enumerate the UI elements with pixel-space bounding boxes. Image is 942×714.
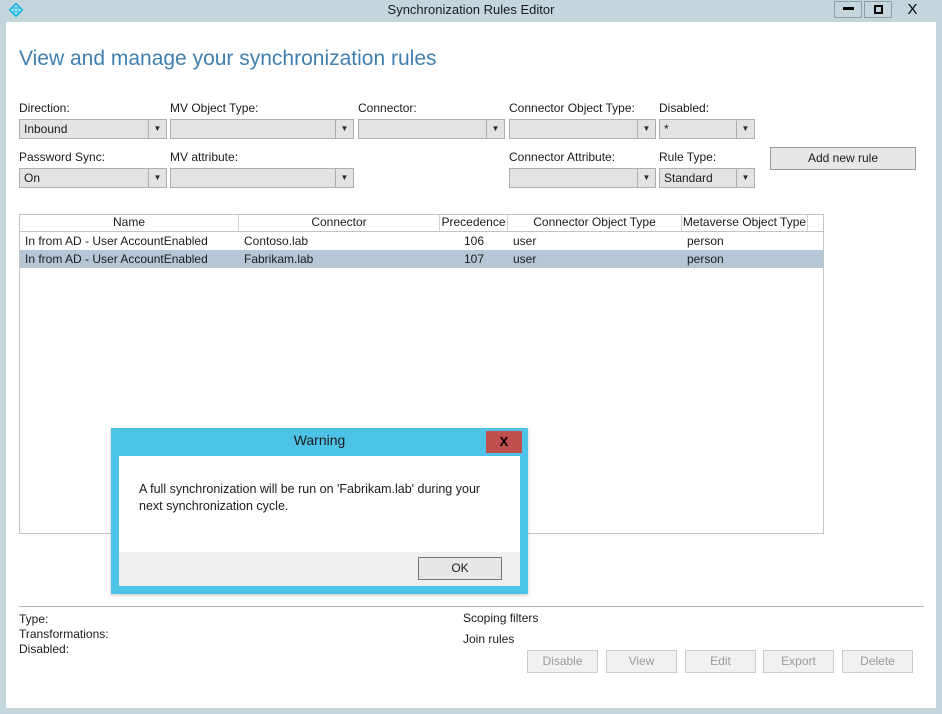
ok-button[interactable]: OK (418, 557, 502, 580)
column-header-metaverse-object-type[interactable]: Metaverse Object Type (682, 215, 808, 231)
connector-label: Connector: (358, 101, 417, 115)
cell-metaverse-object-type: person (687, 234, 724, 248)
rules-table-header: Name Connector Precedence Connector Obje… (20, 215, 823, 232)
detail-type-label: Type: (19, 612, 49, 626)
cell-name: In from AD - User AccountEnabled (25, 234, 208, 248)
warning-dialog-body: A full synchronization will be run on 'F… (119, 456, 520, 552)
connector-combobox[interactable]: ▼ (358, 119, 505, 139)
mv-attribute-label: MV attribute: (170, 150, 239, 164)
window-title: Synchronization Rules Editor (387, 2, 555, 17)
chevron-down-icon[interactable]: ▼ (736, 169, 754, 187)
chevron-down-icon[interactable]: ▼ (148, 169, 166, 187)
edit-button[interactable]: Edit (685, 650, 756, 673)
password-sync-value: On (24, 171, 41, 185)
cell-connector: Fabrikam.lab (244, 252, 314, 266)
minimize-button[interactable] (834, 1, 862, 18)
column-header-connector[interactable]: Connector (239, 215, 440, 231)
rule-type-value: Standard (664, 171, 713, 185)
join-rules-link[interactable]: Join rules (463, 632, 514, 646)
connector-object-type-combobox[interactable]: ▼ (509, 119, 656, 139)
detail-transformations-label: Transformations: (19, 627, 109, 641)
column-header-name[interactable]: Name (20, 215, 239, 231)
minimize-icon (842, 7, 854, 10)
cell-connector: Contoso.lab (244, 234, 309, 248)
password-sync-combobox[interactable]: On ▼ (19, 168, 167, 188)
maximize-icon (873, 5, 883, 14)
disabled-filter-combobox[interactable]: * ▼ (659, 119, 755, 139)
direction-label: Direction: (19, 101, 70, 115)
page-title: View and manage your synchronization rul… (19, 47, 437, 70)
disabled-filter-label: Disabled: (659, 101, 710, 115)
chevron-down-icon[interactable]: ▼ (486, 120, 504, 138)
detail-disabled-label: Disabled: (19, 642, 70, 656)
export-button[interactable]: Export (763, 650, 834, 673)
cell-precedence: 106 (463, 234, 485, 248)
column-header-connector-object-type[interactable]: Connector Object Type (508, 215, 682, 231)
cell-metaverse-object-type: person (687, 252, 724, 266)
direction-combobox[interactable]: Inbound ▼ (19, 119, 167, 139)
direction-value: Inbound (24, 122, 68, 136)
chevron-down-icon[interactable]: ▼ (335, 169, 353, 187)
view-button[interactable]: View (606, 650, 677, 673)
connector-attribute-combobox[interactable]: ▼ (509, 168, 656, 188)
window-titlebar: Synchronization Rules Editor X (0, 0, 942, 20)
connector-object-type-label: Connector Object Type: (509, 101, 635, 115)
detail-separator (19, 606, 924, 607)
close-button[interactable]: X (895, 1, 930, 18)
scoping-filters-link[interactable]: Scoping filters (463, 611, 538, 625)
chevron-down-icon[interactable]: ▼ (148, 120, 166, 138)
password-sync-label: Password Sync: (19, 150, 106, 164)
window-client-area: View and manage your synchronization rul… (6, 22, 936, 708)
synchronization-rules-editor-window: Synchronization Rules Editor X View and … (0, 0, 942, 714)
warning-dialog-message: A full synchronization will be run on 'F… (139, 482, 481, 513)
mv-object-type-label: MV Object Type: (170, 101, 259, 115)
warning-dialog-footer: OK (119, 552, 520, 586)
table-row[interactable]: In from AD - User AccountEnabled Contoso… (20, 232, 823, 250)
warning-dialog: Warning X A full synchronization will be… (111, 428, 528, 594)
cell-connector-object-type: user (513, 234, 537, 248)
column-header-filler (808, 215, 822, 231)
connector-attribute-label: Connector Attribute: (509, 150, 616, 164)
cell-precedence: 107 (463, 252, 485, 266)
chevron-down-icon[interactable]: ▼ (335, 120, 353, 138)
cell-name: In from AD - User AccountEnabled (25, 252, 208, 266)
warning-dialog-title: Warning (293, 432, 346, 448)
maximize-button[interactable] (864, 1, 892, 18)
chevron-down-icon[interactable]: ▼ (637, 120, 655, 138)
cell-connector-object-type: user (513, 252, 537, 266)
add-new-rule-button[interactable]: Add new rule (770, 147, 916, 170)
rule-type-combobox[interactable]: Standard ▼ (659, 168, 755, 188)
rule-type-label: Rule Type: (659, 150, 717, 164)
mv-attribute-combobox[interactable]: ▼ (170, 168, 354, 188)
chevron-down-icon[interactable]: ▼ (736, 120, 754, 138)
disabled-filter-value: * (664, 122, 669, 136)
warning-dialog-close-button[interactable]: X (486, 431, 522, 453)
chevron-down-icon[interactable]: ▼ (637, 169, 655, 187)
disable-button[interactable]: Disable (527, 650, 598, 673)
table-row[interactable]: In from AD - User AccountEnabled Fabrika… (20, 250, 823, 268)
column-header-precedence[interactable]: Precedence (440, 215, 508, 231)
delete-button[interactable]: Delete (842, 650, 913, 673)
mv-object-type-combobox[interactable]: ▼ (170, 119, 354, 139)
